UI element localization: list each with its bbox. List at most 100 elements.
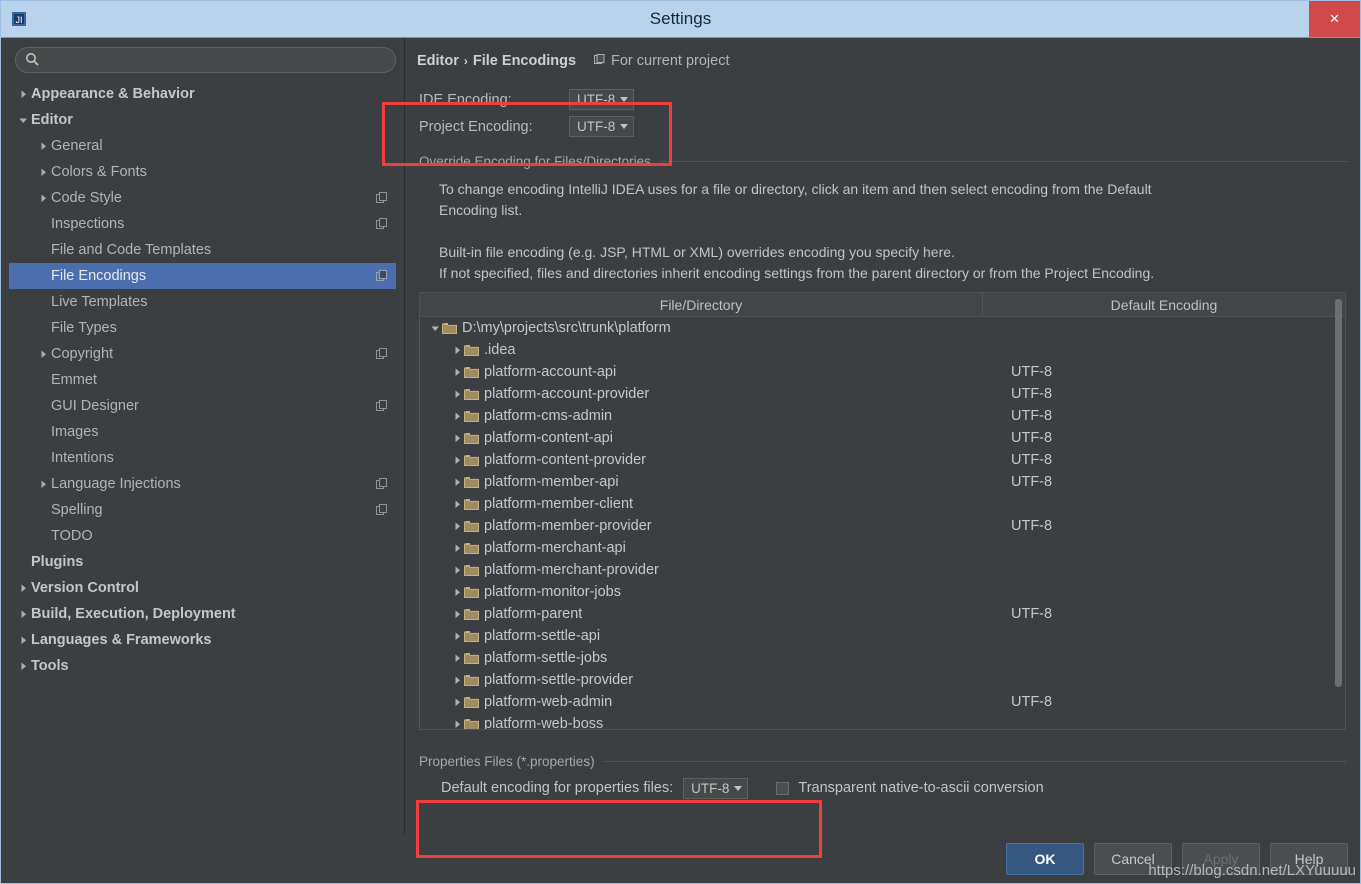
chevron-right-icon[interactable] xyxy=(450,390,464,399)
sidebar-item-colors-fonts[interactable]: Colors & Fonts xyxy=(9,159,396,185)
chevron-down-icon[interactable] xyxy=(15,116,31,125)
chevron-right-icon[interactable] xyxy=(450,522,464,531)
sidebar-item-build-execution-deployment[interactable]: Build, Execution, Deployment xyxy=(9,601,396,627)
table-row[interactable]: platform-settle-jobs xyxy=(420,647,1345,669)
chevron-right-icon[interactable] xyxy=(450,610,464,619)
table-row[interactable]: D:\my\projects\src\trunk\platform xyxy=(420,317,1345,339)
chevron-right-icon[interactable] xyxy=(450,412,464,421)
chevron-right-icon[interactable] xyxy=(450,500,464,509)
column-header-file-directory[interactable]: File/Directory xyxy=(420,293,983,316)
sidebar-item-gui-designer[interactable]: GUI Designer xyxy=(9,393,396,419)
sidebar-item-file-encodings[interactable]: File Encodings xyxy=(9,263,396,289)
chevron-right-icon[interactable] xyxy=(35,168,51,177)
sidebar-item-appearance-behavior[interactable]: Appearance & Behavior xyxy=(9,81,396,107)
chevron-right-icon[interactable] xyxy=(450,434,464,443)
chevron-right-icon[interactable] xyxy=(450,720,464,729)
default-encoding-cell[interactable]: UTF-8 xyxy=(983,364,1345,380)
cancel-button[interactable]: Cancel xyxy=(1094,843,1172,875)
properties-encoding-select[interactable]: UTF-8 xyxy=(683,777,749,799)
table-row[interactable]: platform-content-provider UTF-8 xyxy=(420,449,1345,471)
chevron-right-icon[interactable] xyxy=(15,636,31,645)
file-directory-name: platform-settle-provider xyxy=(484,672,634,688)
sidebar-item-images[interactable]: Images xyxy=(9,419,396,445)
chevron-right-icon[interactable] xyxy=(450,698,464,707)
sidebar-item-version-control[interactable]: Version Control xyxy=(9,575,396,601)
ide-encoding-select[interactable]: UTF-8 xyxy=(569,89,635,110)
help-button[interactable]: Help xyxy=(1270,843,1348,875)
search-input[interactable] xyxy=(15,47,396,73)
default-encoding-cell[interactable]: UTF-8 xyxy=(983,408,1345,424)
sidebar-item-languages-frameworks[interactable]: Languages & Frameworks xyxy=(9,627,396,653)
default-encoding-cell[interactable]: UTF-8 xyxy=(983,430,1345,446)
sidebar-item-live-templates[interactable]: Live Templates xyxy=(9,289,396,315)
sidebar-item-intentions[interactable]: Intentions xyxy=(9,445,396,471)
chevron-right-icon[interactable] xyxy=(450,478,464,487)
sidebar-item-language-injections[interactable]: Language Injections xyxy=(9,471,396,497)
sidebar-item-emmet[interactable]: Emmet xyxy=(9,367,396,393)
chevron-right-icon[interactable] xyxy=(450,654,464,663)
sidebar-item-general[interactable]: General xyxy=(9,133,396,159)
chevron-right-icon[interactable] xyxy=(35,350,51,359)
chevron-right-icon[interactable] xyxy=(450,544,464,553)
table-row[interactable]: platform-merchant-provider xyxy=(420,559,1345,581)
default-encoding-cell[interactable]: UTF-8 xyxy=(983,386,1345,402)
sidebar-item-editor[interactable]: Editor xyxy=(9,107,396,133)
scrollbar-thumb[interactable] xyxy=(1335,299,1342,687)
table-row[interactable]: platform-web-admin UTF-8 xyxy=(420,691,1345,713)
transparent-native-to-ascii-checkbox[interactable] xyxy=(776,781,790,795)
chevron-right-icon[interactable] xyxy=(15,610,31,619)
sidebar-item-tools[interactable]: Tools xyxy=(9,653,396,679)
chevron-right-icon[interactable] xyxy=(450,676,464,685)
chevron-right-icon[interactable] xyxy=(450,346,464,355)
table-row[interactable]: platform-content-api UTF-8 xyxy=(420,427,1345,449)
chevron-right-icon[interactable] xyxy=(15,662,31,671)
sidebar-item-spelling[interactable]: Spelling xyxy=(9,497,396,523)
chevron-right-icon[interactable] xyxy=(35,480,51,489)
chevron-right-icon[interactable] xyxy=(450,566,464,575)
sidebar-item-file-and-code-templates[interactable]: File and Code Templates xyxy=(9,237,396,263)
sidebar-item-todo[interactable]: TODO xyxy=(9,523,396,549)
table-row[interactable]: platform-merchant-api xyxy=(420,537,1345,559)
table-row[interactable]: platform-parent UTF-8 xyxy=(420,603,1345,625)
sidebar-item-copyright[interactable]: Copyright xyxy=(9,341,396,367)
table-row[interactable]: .idea xyxy=(420,339,1345,361)
default-encoding-cell[interactable]: UTF-8 xyxy=(983,518,1345,534)
table-row[interactable]: platform-account-provider UTF-8 xyxy=(420,383,1345,405)
close-icon[interactable]: × xyxy=(1309,1,1360,37)
chevron-right-icon[interactable] xyxy=(450,368,464,377)
table-body[interactable]: D:\my\projects\src\trunk\platform .idea pl… xyxy=(420,317,1345,729)
table-row[interactable]: platform-cms-admin UTF-8 xyxy=(420,405,1345,427)
column-header-default-encoding[interactable]: Default Encoding xyxy=(983,293,1345,316)
default-encoding-cell[interactable]: UTF-8 xyxy=(983,694,1345,710)
table-row[interactable]: platform-account-api UTF-8 xyxy=(420,361,1345,383)
table-row[interactable]: platform-member-client xyxy=(420,493,1345,515)
sidebar-item-file-types[interactable]: File Types xyxy=(9,315,396,341)
table-row[interactable]: platform-settle-provider xyxy=(420,669,1345,691)
table-row[interactable]: platform-settle-api xyxy=(420,625,1345,647)
chevron-right-icon[interactable] xyxy=(15,584,31,593)
settings-category-tree[interactable]: Appearance & Behavior Editor General Colors… xyxy=(9,81,396,835)
project-encoding-row: Project Encoding: UTF-8 xyxy=(419,113,1348,140)
chevron-right-icon[interactable] xyxy=(15,90,31,99)
sidebar-item-inspections[interactable]: Inspections xyxy=(9,211,396,237)
breadcrumb-parent[interactable]: Editor xyxy=(417,53,459,69)
sidebar-item-code-style[interactable]: Code Style xyxy=(9,185,396,211)
table-row[interactable]: platform-web-boss xyxy=(420,713,1345,729)
chevron-right-icon[interactable] xyxy=(450,456,464,465)
sidebar-item-plugins[interactable]: Plugins xyxy=(9,549,396,575)
default-encoding-cell[interactable]: UTF-8 xyxy=(983,474,1345,490)
properties-section-title: Properties Files (*.properties) xyxy=(419,754,1346,769)
chevron-right-icon[interactable] xyxy=(35,142,51,151)
project-encoding-select[interactable]: UTF-8 xyxy=(569,116,635,137)
table-row[interactable]: platform-member-api UTF-8 xyxy=(420,471,1345,493)
chevron-right-icon[interactable] xyxy=(35,194,51,203)
table-row[interactable]: platform-member-provider UTF-8 xyxy=(420,515,1345,537)
chevron-right-icon[interactable] xyxy=(450,588,464,597)
ok-button[interactable]: OK xyxy=(1006,843,1084,875)
table-row[interactable]: platform-monitor-jobs xyxy=(420,581,1345,603)
table-scrollbar[interactable] xyxy=(1334,295,1343,727)
chevron-down-icon[interactable] xyxy=(428,324,442,333)
default-encoding-cell[interactable]: UTF-8 xyxy=(983,606,1345,622)
default-encoding-cell[interactable]: UTF-8 xyxy=(983,452,1345,468)
chevron-right-icon[interactable] xyxy=(450,632,464,641)
